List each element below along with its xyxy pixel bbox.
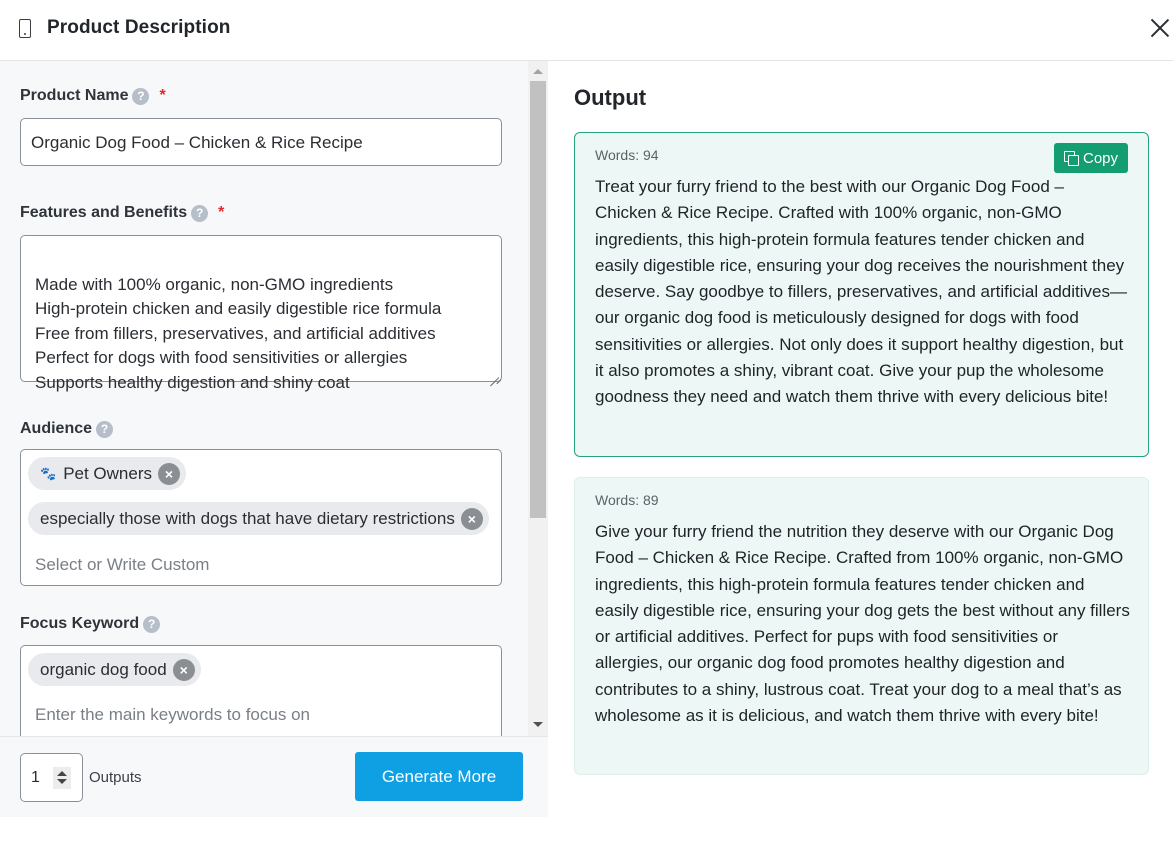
mobile-phone-icon [19,19,31,38]
focus-keyword-input[interactable] [35,705,475,725]
help-icon[interactable]: ? [96,420,114,438]
focus-keyword-tag-input[interactable]: organic dog food × [20,645,502,736]
product-name-label: Product Name ? * [20,87,166,105]
tag-label: especially those with dogs that have die… [40,508,455,528]
help-icon[interactable]: ? [143,615,161,633]
features-textarea[interactable]: Made with 100% organic, non-GMO ingredie… [20,235,502,392]
form-scroll-area: Product Name ? * Organic Dog Food – Chic… [0,61,528,736]
output-panel: Output Words: 94 Copy Treat your furry f… [549,61,1173,848]
resize-grip-icon[interactable] [489,369,499,379]
tag-label: organic dog food [40,659,167,679]
help-icon[interactable]: ? [132,87,150,105]
keyword-tag: organic dog food × [28,653,201,686]
scrollbar-thumb[interactable] [530,81,546,518]
output-text: Treat your furry friend to the best with… [595,177,1127,407]
features-label-text: Features and Benefits [20,204,188,221]
audience-tag: 🐾 Pet Owners × [28,457,186,490]
form-footer: 1 Outputs Generate More [0,736,548,817]
output-title: Output [574,85,647,110]
audience-tag: especially those with dogs that have die… [28,502,489,535]
audience-label-text: Audience [20,420,93,437]
copy-button[interactable]: Copy [1054,143,1128,173]
focus-keyword-label: Focus Keyword ? [20,615,161,633]
audience-label: Audience ? [20,420,114,438]
remove-tag-icon[interactable]: × [460,507,483,530]
word-count: Words: 89 [595,492,659,508]
output-card[interactable]: Words: 94 Copy Treat your furry friend t… [574,132,1149,457]
copy-label: Copy [1082,149,1119,167]
modal-title: Product Description [47,17,231,38]
outputs-label: Outputs [89,769,142,786]
spin-arrows-icon[interactable] [53,767,71,789]
paw-icon: 🐾 [40,465,56,481]
features-text: Made with 100% organic, non-GMO ingredie… [35,274,442,392]
copy-icon [1063,151,1079,166]
tag-label: Pet Owners [63,463,152,483]
audience-input[interactable] [35,555,475,575]
close-icon[interactable] [1148,16,1172,40]
output-card[interactable]: Words: 89 Give your furry friend the nut… [574,477,1149,775]
scroll-up-arrow-icon[interactable] [533,69,543,74]
word-count: Words: 94 [595,147,659,163]
required-marker: * [159,87,166,104]
outputs-value[interactable]: 1 [31,769,40,787]
focus-keyword-label-text: Focus Keyword [20,615,140,632]
remove-tag-icon[interactable]: × [158,462,180,485]
audience-tag-input[interactable]: 🐾 Pet Owners × especially those with dog… [20,449,502,586]
outputs-stepper[interactable]: 1 [20,753,83,802]
scrollbar[interactable] [528,61,548,736]
input-panel: Product Name ? * Organic Dog Food – Chic… [0,61,548,817]
remove-tag-icon[interactable]: × [172,658,195,681]
product-name-input[interactable]: Organic Dog Food – Chicken & Rice Recipe [20,118,502,166]
features-label: Features and Benefits ? * [20,204,224,222]
help-icon[interactable]: ? [191,204,209,222]
required-marker: * [218,204,225,221]
modal-header: Product Description [0,0,1173,61]
generate-more-button[interactable]: Generate More [355,752,523,801]
product-name-label-text: Product Name [20,87,129,104]
output-text: Give your furry friend the nutrition the… [595,522,1130,726]
scroll-down-arrow-icon[interactable] [533,722,543,727]
